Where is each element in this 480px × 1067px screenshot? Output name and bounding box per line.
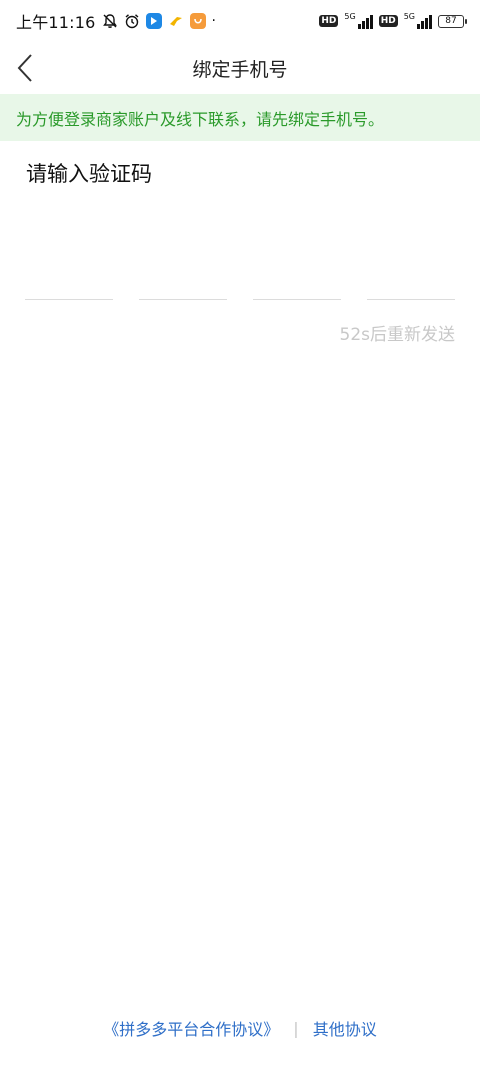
app-yellow-icon [168, 13, 184, 29]
notification-dot-icon: · [211, 13, 216, 29]
battery-level: 87 [445, 16, 457, 26]
status-left: 上午11:16 · [16, 9, 216, 33]
bell-muted-icon [102, 13, 118, 29]
code-digit-4[interactable] [367, 260, 455, 300]
footer-agreements: 《拼多多平台合作协议》 | 其他协议 [0, 1016, 480, 1040]
net-label-2: 5G [403, 12, 415, 21]
status-right: HD 5G HD 5G 87 [319, 12, 467, 29]
footer-separator: | [293, 1018, 299, 1038]
verification-title: 请输入验证码 [26, 162, 152, 186]
app-orange-icon [189, 13, 206, 29]
hd-badge-2: HD [378, 15, 398, 27]
other-agreements-link[interactable]: 其他协议 [313, 1016, 377, 1040]
page-title: 绑定手机号 [192, 58, 288, 81]
notice-text: 为方便登录商家账户及线下联系，请先绑定手机号。 [16, 109, 385, 129]
back-button[interactable] [8, 50, 44, 86]
status-bar: 上午11:16 · HD 5G HD 5G 87 [0, 0, 480, 42]
code-digit-2[interactable] [139, 260, 227, 300]
code-digit-3[interactable] [253, 260, 341, 300]
app-blue-icon [145, 13, 162, 29]
verification-code-inputs [25, 260, 455, 302]
net-label-1: 5G [344, 12, 356, 21]
status-time: 上午11:16 [16, 13, 96, 32]
code-digit-1[interactable] [25, 260, 113, 300]
signal-strength-2-icon: 5G [404, 13, 432, 29]
battery-icon: 87 [438, 14, 467, 28]
alarm-icon [124, 13, 140, 29]
hd-badge-1: HD [319, 15, 339, 27]
platform-agreement-link[interactable]: 《拼多多平台合作协议》 [103, 1016, 279, 1040]
resend-countdown: 52s后重新发送 [339, 325, 456, 345]
notice-banner: 为方便登录商家账户及线下联系，请先绑定手机号。 [0, 94, 480, 141]
chevron-left-icon [17, 54, 32, 82]
signal-strength-1-icon: 5G [344, 12, 373, 29]
nav-bar: 绑定手机号 [0, 42, 480, 94]
